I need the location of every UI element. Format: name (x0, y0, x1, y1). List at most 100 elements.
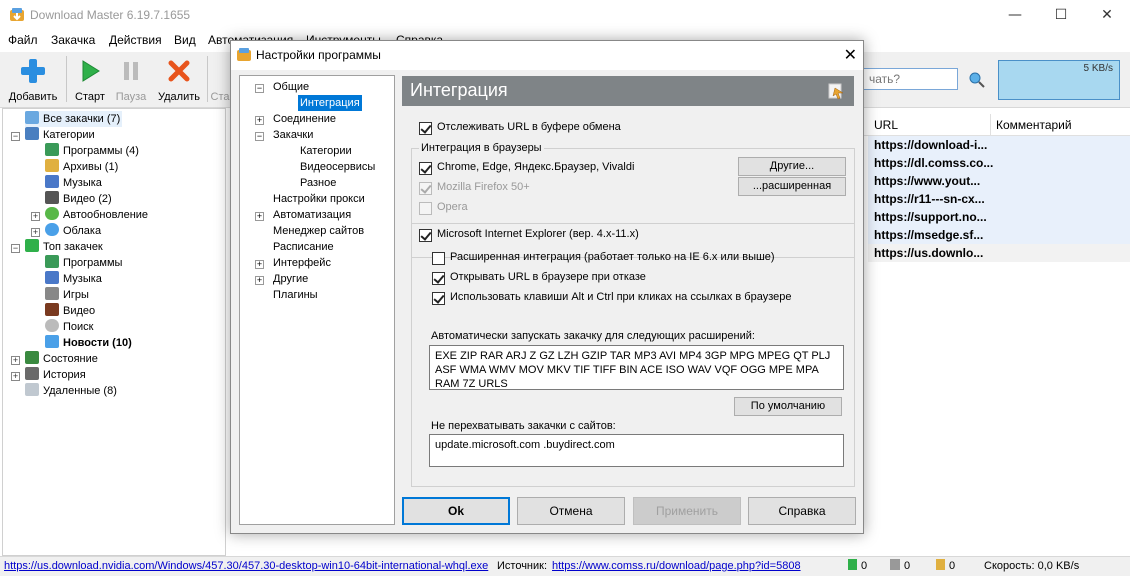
tree-top-news[interactable]: Новости (10) (45, 335, 132, 351)
window-title: Download Master 6.19.7.1655 (30, 8, 191, 22)
tree-proxy[interactable]: Настройки прокси (273, 191, 365, 207)
tree-history[interactable]: История (25, 367, 86, 383)
expand-toggle[interactable]: + (11, 356, 20, 365)
tree-top-downloads[interactable]: Топ закачек (25, 239, 103, 255)
autoupdate-icon (45, 207, 59, 220)
queued-count: 0 (890, 557, 910, 576)
tree-top-programs[interactable]: Программы (45, 255, 122, 271)
tree-top-games[interactable]: Игры (45, 287, 89, 303)
tree-connection[interactable]: Соединение (273, 111, 336, 127)
menu-file[interactable]: Файл (8, 33, 38, 47)
tree-schedule[interactable]: Расписание (273, 239, 334, 255)
menu-actions[interactable]: Действия (109, 33, 162, 47)
app-icon (10, 8, 24, 21)
active-icon (848, 559, 857, 570)
add-button[interactable]: Добавить (4, 56, 62, 106)
expand-toggle[interactable]: + (255, 260, 264, 269)
tree-top-music[interactable]: Музыка (45, 271, 102, 287)
close-window-button[interactable]: ✕ (1084, 0, 1130, 30)
tree-downloads[interactable]: Закачки (273, 127, 313, 143)
table-row[interactable]: https://support.no... (868, 208, 1130, 226)
expand-toggle[interactable]: + (31, 212, 40, 221)
tree-music[interactable]: Музыка (45, 175, 102, 191)
search-globe-icon[interactable] (968, 71, 986, 89)
stop-button[interactable]: Ста (210, 56, 230, 106)
news-icon (45, 335, 59, 348)
tree-all-downloads[interactable]: Все закачки (7) (25, 111, 123, 127)
firefox-checkbox[interactable] (419, 182, 432, 195)
expand-toggle[interactable]: + (11, 372, 20, 381)
help-button[interactable]: Справка (748, 497, 856, 525)
menu-download[interactable]: Закачка (51, 33, 95, 47)
table-row[interactable]: https://msedge.sf... (868, 226, 1130, 244)
speed-status: Скорость: 0,0 KB/s (984, 560, 1080, 572)
tree-video[interactable]: Видео (2) (45, 191, 112, 207)
chrome-label: Chrome, Edge, Яндекс.Браузер, Vivaldi (437, 161, 635, 173)
expand-toggle[interactable]: − (255, 132, 264, 141)
cancel-button[interactable]: Отмена (517, 497, 625, 525)
dialog-close-button[interactable]: ✕ (844, 45, 857, 64)
tree-interface[interactable]: Интерфейс (273, 255, 331, 271)
tree-deleted[interactable]: Удаленные (8) (25, 383, 117, 399)
ie-checkbox[interactable] (419, 229, 432, 242)
ok-button[interactable]: Ok (402, 497, 510, 525)
chrome-checkbox[interactable] (419, 162, 432, 175)
tree-top-video[interactable]: Видео (45, 303, 95, 319)
active-count: 0 (848, 557, 867, 576)
extended-button[interactable]: ...расширенная (738, 177, 846, 196)
tree-autoupdate[interactable]: Автообновление (45, 207, 148, 223)
tree-automation[interactable]: Автоматизация (273, 207, 351, 223)
table-row[interactable]: https://dl.comss.co... (868, 154, 1130, 172)
maximize-button[interactable]: ☐ (1038, 0, 1084, 30)
tree-other[interactable]: Другие (273, 271, 308, 287)
tree-integration[interactable]: Интеграция (298, 95, 362, 111)
ie-group (411, 243, 855, 487)
opera-checkbox[interactable] (419, 202, 432, 215)
speed-graph-label: 5 KB/s (1083, 63, 1113, 74)
search-icon (45, 319, 59, 332)
track-clipboard-label: Отслеживать URL в буфере обмена (437, 121, 621, 133)
column-comment[interactable]: Комментарий (996, 118, 1072, 132)
column-divider[interactable] (990, 114, 991, 136)
games-icon (45, 287, 59, 300)
minimize-button[interactable]: — (992, 0, 1038, 30)
recycle-bin-icon (25, 383, 39, 396)
column-url[interactable]: URL (874, 118, 898, 132)
opera-label: Opera (437, 201, 468, 213)
pause-button[interactable]: Пауза (112, 56, 150, 106)
tree-categories[interactable]: Категории (25, 127, 95, 143)
tree-categories[interactable]: Категории (300, 143, 352, 159)
table-row[interactable]: https://r11---sn-cx... (868, 190, 1130, 208)
others-button[interactable]: Другие... (738, 157, 846, 176)
search-input[interactable]: чать? (862, 68, 958, 90)
tree-videoservices[interactable]: Видеосервисы (300, 159, 375, 175)
tree-top-search[interactable]: Поиск (45, 319, 93, 335)
expand-toggle[interactable]: − (255, 84, 264, 93)
expand-toggle[interactable]: − (11, 132, 20, 141)
source-label: Источник: (497, 560, 548, 572)
expand-toggle[interactable]: − (11, 244, 20, 253)
table-row[interactable]: https://www.yout... (868, 172, 1130, 190)
tree-sitemanager[interactable]: Менеджер сайтов (273, 223, 364, 239)
tree-misc[interactable]: Разное (300, 175, 336, 191)
expand-toggle[interactable]: + (255, 212, 264, 221)
tree-state[interactable]: Состояние (25, 351, 98, 367)
delete-button[interactable]: Удалить (154, 56, 204, 106)
menu-view[interactable]: Вид (174, 33, 196, 47)
source-link[interactable]: https://www.comss.ru/download/page.php?i… (552, 560, 801, 572)
track-clipboard-checkbox[interactable] (419, 122, 432, 135)
expand-toggle[interactable]: + (255, 116, 264, 125)
tree-cloud[interactable]: Облака (45, 223, 101, 239)
downloads-icon (25, 111, 39, 124)
tree-plugins[interactable]: Плагины (273, 287, 318, 303)
start-button[interactable]: Старт (70, 56, 110, 106)
tree-archives[interactable]: Архивы (1) (45, 159, 118, 175)
tree-general[interactable]: Общие (273, 79, 309, 95)
apply-button[interactable]: Применить (633, 497, 741, 525)
status-url-link[interactable]: https://us.download.nvidia.com/Windows/4… (4, 560, 488, 572)
expand-toggle[interactable]: + (31, 228, 40, 237)
table-row[interactable]: https://download-i... (868, 136, 1130, 154)
table-row[interactable]: https://us.downlo... (868, 244, 1130, 262)
expand-toggle[interactable]: + (255, 276, 264, 285)
tree-programs[interactable]: Программы (4) (45, 143, 139, 159)
